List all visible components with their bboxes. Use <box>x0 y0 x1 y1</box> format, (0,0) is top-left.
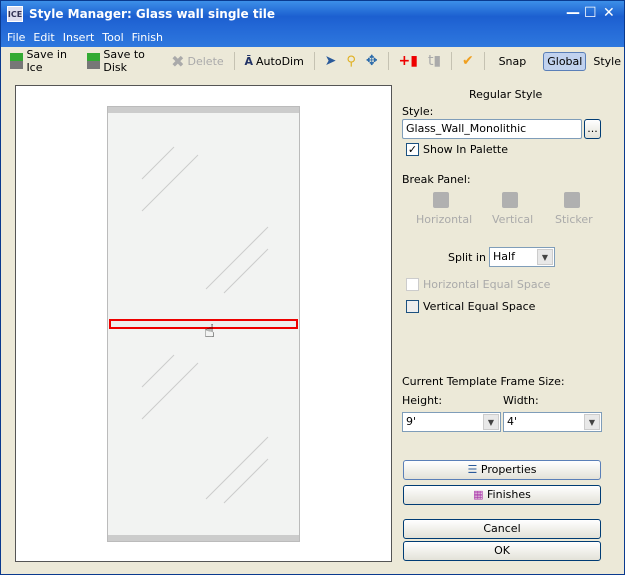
width-select[interactable]: 4' ▼ <box>503 412 602 432</box>
zoom-icon[interactable]: ⚲ <box>343 52 359 71</box>
window-title: Style Manager: Glass wall single tile <box>29 7 275 21</box>
style-toggle[interactable]: Style <box>590 53 624 70</box>
snap-button[interactable]: Snap <box>496 53 530 70</box>
vertical-equal-space-label: Vertical Equal Space <box>423 300 536 313</box>
title-bar: ICE Style Manager: Glass wall single til… <box>1 1 624 27</box>
list-icon: ☰ <box>467 463 481 476</box>
vertical-equal-space-checkbox[interactable] <box>406 300 419 313</box>
chevron-down-icon: ▼ <box>584 414 600 430</box>
frame-size-label: Current Template Frame Size: <box>402 375 565 388</box>
style-label: Style: <box>402 105 434 118</box>
separator <box>233 52 235 70</box>
minimize-icon[interactable]: — <box>566 5 580 21</box>
style-field[interactable]: Glass_Wall_Monolithic <box>402 119 582 139</box>
checkmark-icon[interactable]: ✔ <box>459 51 477 71</box>
maximize-icon[interactable]: ☐ <box>584 5 597 21</box>
height-value: 9' <box>406 415 417 428</box>
horizontal-equal-space-label: Horizontal Equal Space <box>423 278 551 291</box>
select-arrow-icon[interactable]: ➤ <box>322 51 340 71</box>
add-panel-icon[interactable]: +▮ <box>396 51 421 71</box>
height-label: Height: <box>402 394 443 407</box>
autodim-icon: Ā <box>244 54 254 68</box>
split-in-value: Half <box>493 250 515 263</box>
save-to-disk-button[interactable]: Save to Disk <box>84 46 164 76</box>
save-icon <box>10 53 24 69</box>
separator <box>387 52 389 70</box>
split-in-select[interactable]: Half ▼ <box>489 247 555 267</box>
ok-button[interactable]: OK <box>403 541 601 561</box>
hand-cursor-icon: ☝ <box>204 321 215 342</box>
vertical-break-label[interactable]: Vertical <box>492 213 533 226</box>
break-panel-label: Break Panel: <box>402 173 471 186</box>
delete-icon: ✖ <box>171 51 185 71</box>
vertical-break-icon[interactable] <box>502 192 518 208</box>
width-value: 4' <box>507 415 518 428</box>
drawing-canvas[interactable]: ☝ <box>15 85 392 562</box>
global-toggle[interactable]: Global <box>543 51 587 71</box>
properties-button[interactable]: ☰ Properties <box>403 460 601 480</box>
separator <box>451 52 452 70</box>
app-icon: ICE <box>7 6 23 22</box>
sticker-break-label[interactable]: Sticker <box>555 213 593 226</box>
autodim-label: AutoDim <box>256 54 304 68</box>
toolbar: Save in Ice Save to Disk ✖ Delete Ā AutoDi… <box>1 48 624 74</box>
save-to-disk-label: Save to Disk <box>103 48 145 74</box>
finishes-button[interactable]: ▦ Finishes <box>403 485 601 505</box>
chevron-down-icon: ▼ <box>483 414 499 430</box>
width-label: Width: <box>503 394 539 407</box>
height-select[interactable]: 9' ▼ <box>402 412 501 432</box>
separator <box>313 52 315 70</box>
close-icon[interactable]: ✕ <box>603 5 615 21</box>
menu-tool[interactable]: Tool <box>102 31 123 44</box>
disk-icon <box>86 53 101 69</box>
move-icon[interactable]: ✥ <box>363 51 381 71</box>
menu-finish[interactable]: Finish <box>132 31 163 44</box>
chevron-down-icon: ▼ <box>537 249 553 265</box>
autodim-button[interactable]: Ā AutoDim <box>242 53 307 70</box>
horizontal-break-icon[interactable] <box>433 192 449 208</box>
glass-panel[interactable]: ☝ <box>107 106 300 542</box>
finishes-label: Finishes <box>487 488 531 501</box>
delete-button[interactable]: ✖ Delete <box>168 50 227 73</box>
separator <box>483 52 485 70</box>
show-in-palette-checkbox[interactable]: ✓ <box>406 143 419 156</box>
swatch-grid-icon: ▦ <box>473 488 488 501</box>
menu-bar: File Edit Insert Tool Finish <box>1 27 624 47</box>
menu-edit[interactable]: Edit <box>33 31 54 44</box>
properties-label: Properties <box>480 463 537 476</box>
save-in-ice-label: Save in Ice <box>26 48 67 74</box>
split-in-label: Split in <box>448 251 486 264</box>
panel-icon[interactable]: t▮ <box>425 51 444 71</box>
delete-label: Delete <box>187 54 224 68</box>
save-in-ice-button[interactable]: Save in Ice <box>7 46 80 76</box>
browse-style-button[interactable]: ... <box>584 119 601 139</box>
panel-header: Regular Style <box>469 88 543 101</box>
menu-insert[interactable]: Insert <box>63 31 95 44</box>
horizontal-equal-space-checkbox[interactable] <box>406 278 419 291</box>
sticker-break-icon[interactable] <box>564 192 580 208</box>
show-in-palette-label: Show In Palette <box>423 143 508 156</box>
cancel-button[interactable]: Cancel <box>403 519 601 539</box>
horizontal-break-label[interactable]: Horizontal <box>416 213 472 226</box>
menu-file[interactable]: File <box>7 31 25 44</box>
style-manager-window: ICE Style Manager: Glass wall single til… <box>0 0 625 575</box>
